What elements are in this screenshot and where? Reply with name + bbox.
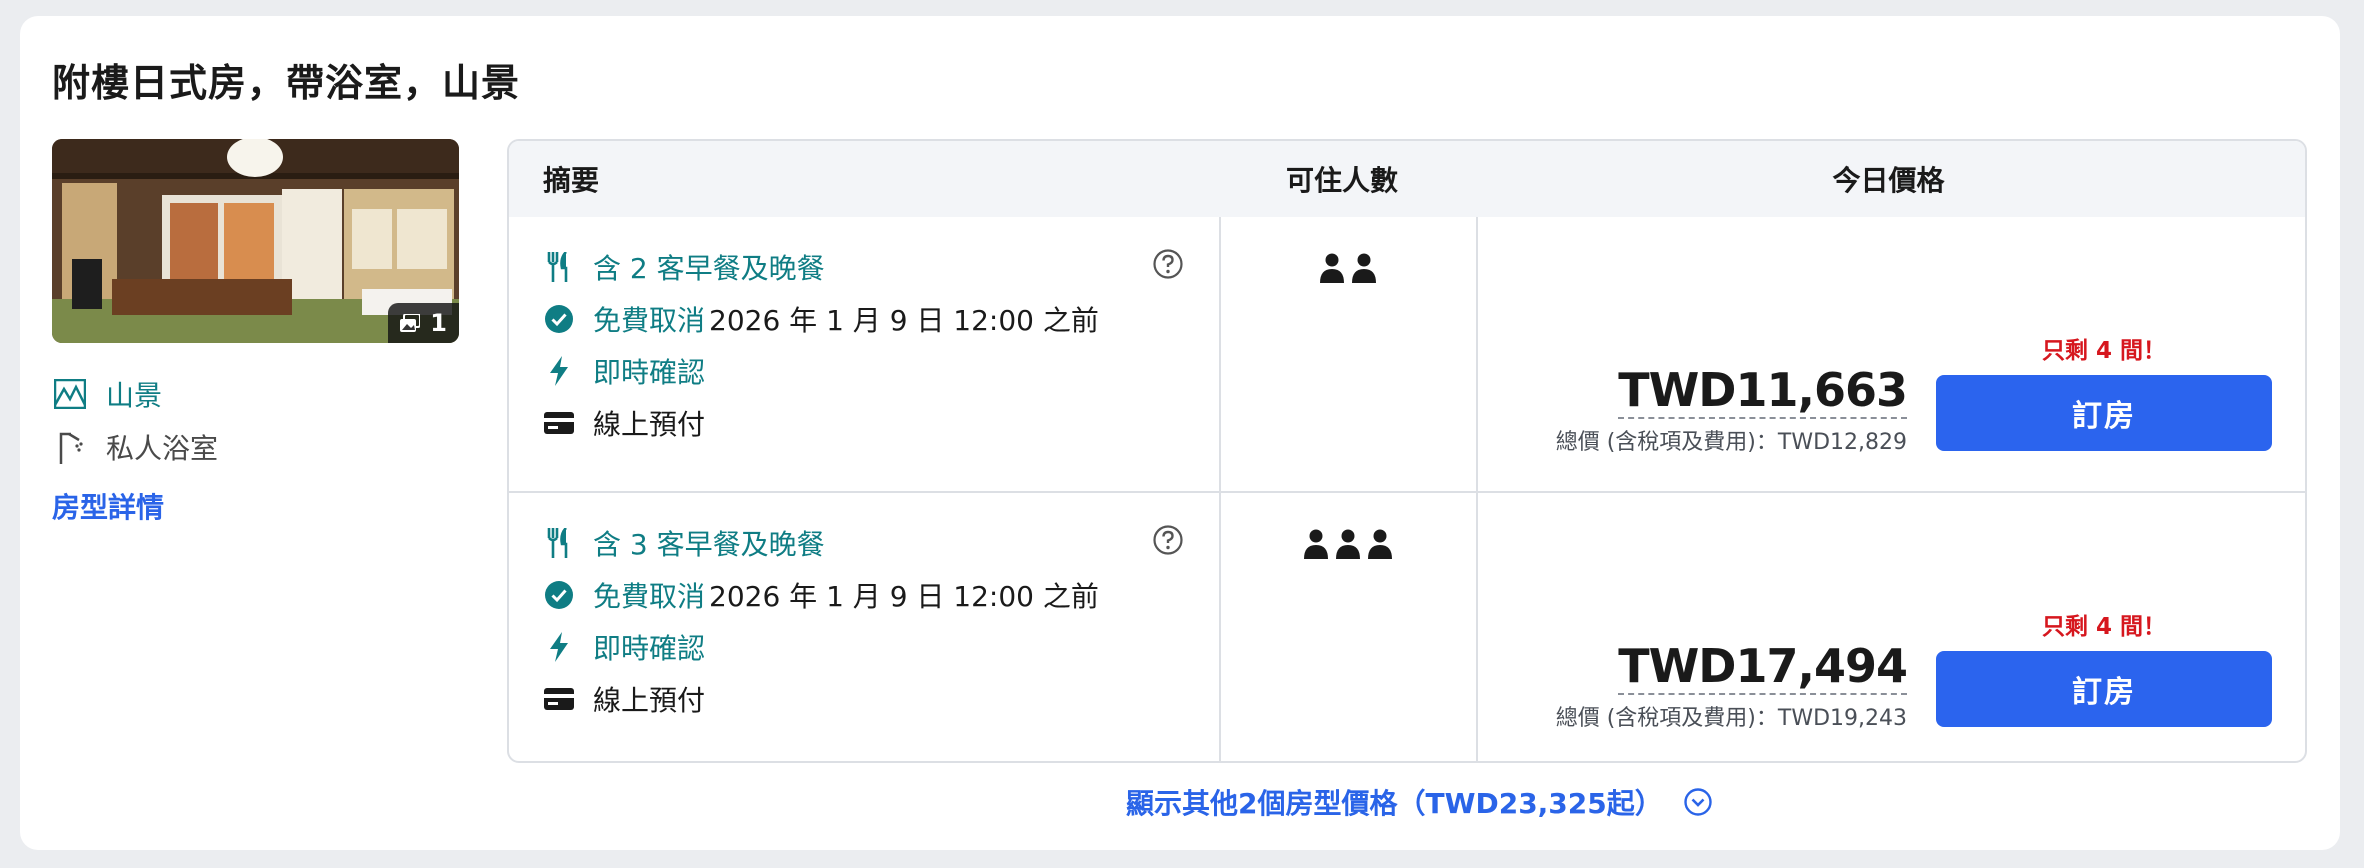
meal-plan: 含 2 客早餐及晚餐 [543,247,825,287]
check-circle-icon [543,303,575,335]
occupancy-icons [1220,253,1476,283]
photo-count-badge: 1 [388,303,459,343]
instant-confirmation-text: 即時確認 [593,356,706,389]
header-price: 今日價格 [1832,164,1945,197]
photo-count: 1 [430,309,447,337]
total-price: 總價 (含稅項及費用)：TWD19,243 [1555,706,1907,731]
mountain-view-icon [52,376,88,412]
free-cancellation-label: 免費取消 [593,304,706,337]
person-icon [1336,529,1360,559]
shower-icon [52,429,88,465]
book-button[interactable]: 訂房 [1936,651,2272,727]
gallery-icon [400,314,421,332]
payment-method-text: 線上預付 [593,408,706,441]
room-details-link[interactable]: 房型詳情 [52,486,164,526]
nightly-price[interactable]: TWD17,494 [1618,639,1908,695]
cutlery-icon [543,527,575,559]
meal-plan-text: 含 3 客早餐及晚餐 [593,528,825,561]
chevron-down-circle-icon [1684,788,1712,816]
check-circle-icon [543,579,575,611]
payment-method: 線上預付 [543,679,705,719]
person-icon [1304,529,1328,559]
person-icon [1320,253,1344,283]
lightning-icon [543,631,575,663]
instant-confirmation-text: 即時確認 [593,632,706,665]
meal-plan: 含 3 客早餐及晚餐 [543,523,825,563]
header-occupancy: 可住人數 [1285,164,1398,197]
instant-confirmation: 即時確認 [543,627,705,667]
person-icon [1352,253,1376,283]
lightning-icon [543,355,575,387]
feature-private-bathroom: 私人浴室 [52,427,218,467]
show-more-rates-text: 顯示其他2個房型價格（TWD23,325起） [1126,787,1663,820]
feature-label: 私人浴室 [106,432,219,465]
nightly-price[interactable]: TWD11,663 [1618,363,1908,419]
rate-table: 摘要 可住人數 今日價格 含 2 客早餐及晚餐 免費取消 2026 年 1 月 … [507,139,2307,763]
payment-method-text: 線上預付 [593,684,706,717]
help-icon[interactable] [1152,524,1184,556]
cancellation-deadline: 2026 年 1 月 9 日 12:00 之前 [709,304,1099,337]
rooms-left-alert: 只剩 4 間！ [2041,338,2167,364]
person-icon [1368,529,1392,559]
book-button[interactable]: 訂房 [1936,375,2272,451]
cancellation-deadline: 2026 年 1 月 9 日 12:00 之前 [709,580,1099,613]
credit-card-icon [543,407,575,439]
free-cancellation-label: 免費取消 [593,580,706,613]
meal-plan-text: 含 2 客早餐及晚餐 [593,252,825,285]
total-price: 總價 (含稅項及費用)：TWD12,829 [1555,430,1907,455]
rate-row: 含 3 客早餐及晚餐 免費取消 2026 年 1 月 9 日 12:00 之前 [509,491,2305,761]
help-icon[interactable] [1152,248,1184,280]
free-cancellation: 免費取消 2026 年 1 月 9 日 12:00 之前 [543,575,1099,615]
feature-label: 山景 [106,379,163,412]
occupancy-icons [1220,529,1476,559]
room-photo[interactable]: 1 [52,139,459,343]
table-header: 摘要 可住人數 今日價格 [509,141,2305,217]
instant-confirmation: 即時確認 [543,351,705,391]
show-more-rates-link[interactable]: 顯示其他2個房型價格（TWD23,325起） [1126,782,1713,822]
room-title: 附樓日式房，帶浴室，山景 [52,61,521,105]
free-cancellation: 免費取消 2026 年 1 月 9 日 12:00 之前 [543,299,1099,339]
feature-mountain-view: 山景 [52,374,162,414]
payment-method: 線上預付 [543,403,705,443]
cutlery-icon [543,251,575,283]
rooms-left-alert: 只剩 4 間！ [2041,614,2167,640]
header-summary: 摘要 [543,164,600,197]
rate-row: 含 2 客早餐及晚餐 免費取消 2026 年 1 月 9 日 12:00 之前 [509,217,2305,491]
credit-card-icon [543,683,575,715]
